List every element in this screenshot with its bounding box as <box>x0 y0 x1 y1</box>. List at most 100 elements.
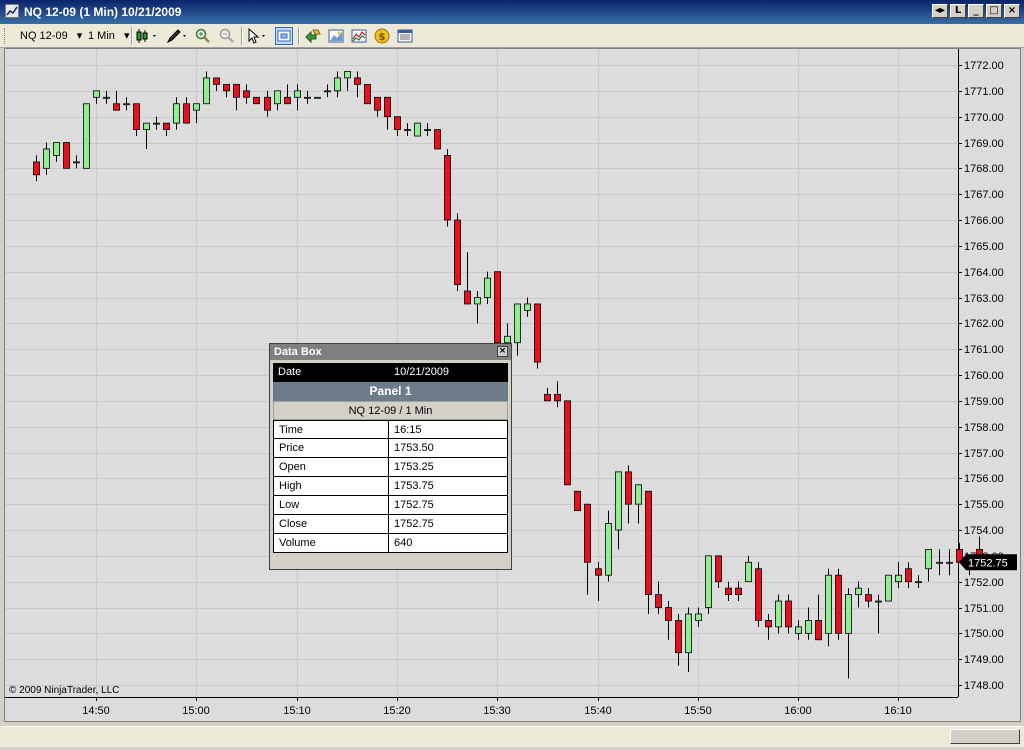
data-box-icon[interactable] <box>397 28 413 44</box>
candle-body <box>635 484 642 505</box>
row-value: 1753.75 <box>394 480 434 492</box>
candle-body <box>103 96 110 99</box>
price-chart[interactable]: 1748.00 1749.00 1750.00 1751.00 1752.00 1753.… <box>4 48 1021 722</box>
y-tick-label: 1769.00 <box>964 138 1004 150</box>
chart-properties-icon[interactable] <box>328 28 344 44</box>
y-tick-label: 1768.00 <box>964 163 1004 175</box>
candle-body <box>715 555 722 583</box>
data-box-date-row: Date 10/21/2009 <box>273 363 508 382</box>
maximize-button[interactable]: □ <box>986 4 1002 18</box>
candle-body <box>53 142 60 156</box>
candle-body <box>33 161 40 176</box>
instrument-list-icon[interactable] <box>305 28 321 44</box>
candle-body <box>264 96 271 111</box>
interval-selector[interactable]: 1 Min ▾ <box>88 27 130 45</box>
x-tick-label: 14:50 <box>82 705 110 717</box>
candle-body <box>294 90 301 98</box>
x-tick-label: 15:30 <box>483 705 511 717</box>
candle-body <box>554 393 561 402</box>
candle-body <box>665 607 672 621</box>
candle-body <box>364 83 371 105</box>
data-box-row: Close 1752.75 <box>273 515 508 534</box>
x-tick-label: 16:10 <box>884 705 912 717</box>
y-tick-label: 1765.00 <box>964 241 1004 253</box>
row-label: Close <box>274 515 389 533</box>
y-tick-label: 1766.00 <box>964 215 1004 227</box>
candle-body <box>825 574 832 634</box>
candle-body <box>314 96 321 99</box>
row-label: Low <box>274 496 389 514</box>
indicators-icon[interactable] <box>351 28 367 44</box>
y-tick-label: 1764.00 <box>964 267 1004 279</box>
candle-body <box>464 290 471 305</box>
data-box-window[interactable]: Data Box × Date 10/21/2009 Panel 1 NQ 12… <box>269 343 512 570</box>
close-button[interactable]: × <box>1004 4 1020 18</box>
candle-body <box>484 277 491 298</box>
candle-body <box>584 503 591 563</box>
candle-body <box>625 471 632 505</box>
copyright-text: © 2009 NinjaTrader, LLC <box>9 685 120 696</box>
x-tick-label: 15:50 <box>684 705 712 717</box>
window-title: NQ 12-09 (1 Min) 10/21/2009 <box>24 5 182 19</box>
candle-body <box>424 129 431 131</box>
drawing-tool-pencil-icon[interactable] <box>166 28 190 44</box>
scrollbar-thumb[interactable] <box>950 729 1020 744</box>
candle-body <box>645 490 652 595</box>
row-value: 1752.75 <box>394 518 434 530</box>
candle-body <box>865 594 872 602</box>
data-box-row: High 1753.75 <box>273 477 508 496</box>
instrument-selector[interactable]: NQ 12-09 ▾ <box>20 27 82 45</box>
toolbar-grip[interactable] <box>4 28 8 44</box>
chevron-down-icon: ▾ <box>76 30 83 42</box>
candle-body <box>755 568 762 621</box>
candle-body <box>163 122 170 130</box>
candle-body <box>765 620 772 628</box>
y-tick-label: 1752.00 <box>964 577 1004 589</box>
candle-body <box>544 393 551 402</box>
data-box-titlebar[interactable]: Data Box × <box>270 344 511 360</box>
row-label: High <box>274 477 389 495</box>
last-price-label: 1752.75 <box>968 557 1008 569</box>
candle-body <box>655 594 662 608</box>
data-box-row: Open 1753.25 <box>273 458 508 477</box>
data-box-close-icon[interactable]: × <box>497 346 508 357</box>
candle-body <box>925 548 932 570</box>
candle-body <box>384 96 391 118</box>
candle-body <box>404 129 411 131</box>
horizontal-scrollbar[interactable] <box>0 726 1024 747</box>
candlestick-chart[interactable]: 1748.00 1749.00 1750.00 1751.00 1752.00 1753.… <box>5 49 1020 721</box>
chevron-down-icon: ▾ <box>123 30 130 42</box>
zoom-in-icon[interactable] <box>195 28 211 44</box>
candle-body <box>685 613 692 654</box>
candle-body <box>494 271 501 344</box>
zoom-out-icon[interactable] <box>219 28 235 44</box>
y-tick-label: 1758.00 <box>964 422 1004 434</box>
window-titlebar[interactable]: NQ 12-09 (1 Min) 10/21/2009 ◂▸ L _ □ × <box>0 0 1024 24</box>
data-box-row: Time 16:15 <box>273 420 508 439</box>
data-box-row: Low 1752.75 <box>273 496 508 515</box>
candle-body <box>93 90 100 98</box>
y-tick-label: 1754.00 <box>964 525 1004 537</box>
date-label: Date <box>278 366 302 378</box>
candle-body <box>564 400 571 486</box>
chart-toolbar: NQ 12-09 ▾ 1 Min ▾ $ <box>0 24 1024 48</box>
instrument-label: NQ 12-09 <box>20 30 68 42</box>
interval-label: 1 Min <box>88 30 115 42</box>
cursor-pointer-icon[interactable] <box>246 27 270 44</box>
candle-body <box>344 71 351 79</box>
link-icon[interactable]: ◂▸ <box>932 4 948 18</box>
candle-body <box>845 594 852 634</box>
chart-style-candlestick-icon[interactable] <box>136 28 160 44</box>
minimize-button[interactable]: _ <box>968 4 984 18</box>
data-box-row: Price 1753.50 <box>273 439 508 458</box>
row-value: 16:15 <box>394 424 422 436</box>
crosshair-icon[interactable] <box>275 27 293 45</box>
candle-body <box>274 90 281 105</box>
strategies-coin-icon[interactable]: $ <box>374 28 390 44</box>
lock-button[interactable]: L <box>950 4 966 18</box>
candle-body <box>284 96 291 105</box>
candle-body <box>414 122 421 137</box>
candle-body <box>183 103 190 124</box>
candle-body <box>193 103 200 111</box>
candle-body <box>735 587 742 595</box>
